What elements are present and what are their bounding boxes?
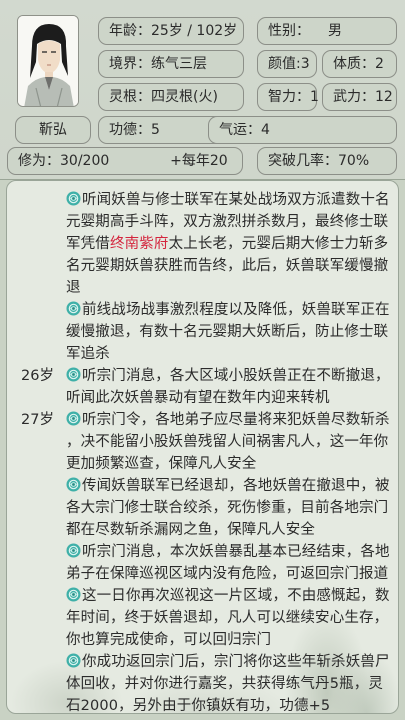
log-entry: 听宗门消息，本次妖兽暴乱基本已经结束，各地 弟子在保障巡视区域内没有危险，可返回…: [66, 541, 394, 585]
log-entry: 这一日你再次巡视这一片区域，不由感慨起，数 年时间，终于妖兽退却，凡人可以继续安…: [66, 585, 394, 651]
log-entry: 传闻妖兽联军已经退却，各地妖兽在撤退中，被 各大宗门修士联合绞杀，死伤惨重，目前…: [66, 475, 394, 541]
log-line: 听宗门消息，本次妖兽暴乱基本已经结束，各地: [82, 544, 390, 560]
character-portrait: [18, 16, 78, 106]
intelligence-stat: 智力：1: [257, 83, 319, 111]
cultivation-per-year: +每年20: [170, 153, 228, 169]
log-text: 太上长老，元婴后期大修士力斩多: [168, 236, 389, 252]
log-line: 名元婴期妖兽获胜而告终，此后，妖兽联军缓慢撤: [66, 258, 389, 274]
log-line: 缓慢撤退，有数十名元婴期大妖断后，防止修士联: [66, 324, 389, 340]
spirit-orb-icon: [66, 367, 81, 382]
cultivation-stat: 修为：30/200 +每年20: [7, 147, 243, 175]
log-line: 体回收，并对你进行嘉奖，共获得练气丹5瓶，灵: [66, 676, 384, 692]
spirit-orb-icon: [66, 477, 81, 492]
log-line: 这一日你再次巡视这一片区域，不由感慨起，数: [82, 588, 390, 604]
realm-stat: 境界：练气三层: [98, 50, 244, 78]
log-entry: 听闻妖兽与修士联军在某处战场双方派遣数十名 元婴期高手斗阵，双方激烈拼杀数月，最…: [66, 189, 394, 299]
log-text: 军凭借: [66, 236, 110, 252]
log-line: 年时间，终于妖兽退却，凡人可以继续安心生存，: [66, 610, 389, 626]
log-entry: 听宗门令，各地弟子应尽量将来犯妖兽尽数斩杀 ，决不能留小股妖兽残留人间祸害凡人，…: [66, 409, 394, 475]
log-line: 前线战场战事激烈程度以及降低，妖兽联军正在: [82, 302, 390, 318]
log-entry: 你成功返回宗门后，宗门将你这些年斩杀妖兽尸 体回收，并对你进行嘉奖，共获得练气丹…: [66, 651, 394, 714]
age-stat: 年龄：25岁 / 102岁: [98, 17, 244, 45]
log-entry: 前线战场战事激烈程度以及降低，妖兽联军正在 缓慢撤退，有数十名元婴期大妖断后，防…: [66, 299, 394, 365]
gender-value: 男: [328, 23, 342, 39]
spirit-orb-icon: [66, 301, 81, 316]
spirit-orb-icon: [66, 191, 81, 206]
spirit-root-stat: 灵根：四灵根(火): [98, 83, 244, 111]
year-label: 26岁: [21, 368, 54, 384]
spirit-orb-icon: [66, 587, 81, 602]
gender-label: 性别：: [268, 23, 310, 39]
sect-name-highlight[interactable]: 终南紫府: [110, 236, 169, 252]
log-line: 你成功返回宗门后，宗门将你这些年斩杀妖兽尸: [82, 654, 390, 670]
character-name: 靳弘: [15, 116, 91, 144]
log-line: 传闻妖兽联军已经退却，各地妖兽在撤退中，被: [82, 478, 390, 494]
log-line: 听宗门消息，各大区域小股妖兽正在不断撤退，: [82, 368, 390, 384]
log-line: 各大宗门修士联合绞杀，死伤惨重，目前各地宗门: [66, 500, 389, 516]
spirit-orb-icon: [66, 543, 81, 558]
luck-stat: 气运：4: [208, 116, 397, 144]
log-line: 你也算完成使命，可以回归宗门: [66, 632, 272, 648]
log-line: 听闻此次妖兽暴动有望在数年内迎来转机: [66, 390, 330, 406]
physique-stat: 体质：2: [322, 50, 397, 78]
spirit-orb-icon: [66, 653, 81, 668]
log-line: 元婴期高手斗阵，双方激烈拼杀数月，最终修士联: [66, 214, 389, 230]
log-line: 退: [66, 280, 81, 296]
log-line: 军凭借终南紫府太上长老，元婴后期大修士力斩多: [66, 233, 394, 255]
looks-stat: 颜值:3: [257, 50, 317, 78]
log-line: 都在尽数斩杀漏网之鱼，保障凡人安全: [66, 522, 316, 538]
log-line: 弟子在保障巡视区域内没有危险，可返回宗门报道: [66, 566, 389, 582]
cultivation-value: 修为：30/200: [18, 153, 110, 169]
log-line: 军追杀: [66, 346, 110, 362]
force-stat: 武力：12: [322, 83, 397, 111]
log-entry: 听宗门消息，各大区域小股妖兽正在不断撤退， 听闻此次妖兽暴动有望在数年内迎来转机: [66, 365, 394, 409]
log-line: 石2000，另外由于你镇妖有功，功德+5: [66, 698, 331, 714]
spirit-orb-icon: [66, 411, 81, 426]
breakthrough-stat: 突破几率：70%: [257, 147, 397, 175]
year-label: 27岁: [21, 412, 54, 428]
character-stats-panel: 年龄：25岁 / 102岁 性别： 男 境界：练气三层 颜值:3 体质：2 灵根：…: [0, 0, 405, 180]
event-log-panel[interactable]: 26岁 27岁 听闻妖兽与修士联军在某处战场双方派遣数十名 元婴期高手斗阵，双方…: [6, 180, 399, 714]
avatar[interactable]: [17, 15, 79, 107]
gender-stat: 性别： 男: [257, 17, 397, 45]
log-line: ，决不能留小股妖兽残留人间祸害凡人，这一年你: [66, 434, 389, 450]
log-line: 听闻妖兽与修士联军在某处战场双方派遣数十名: [82, 192, 390, 208]
log-line: 更加频繁巡查，保障凡人安全: [66, 456, 257, 472]
log-line: 听宗门令，各地弟子应尽量将来犯妖兽尽数斩杀: [82, 412, 390, 428]
